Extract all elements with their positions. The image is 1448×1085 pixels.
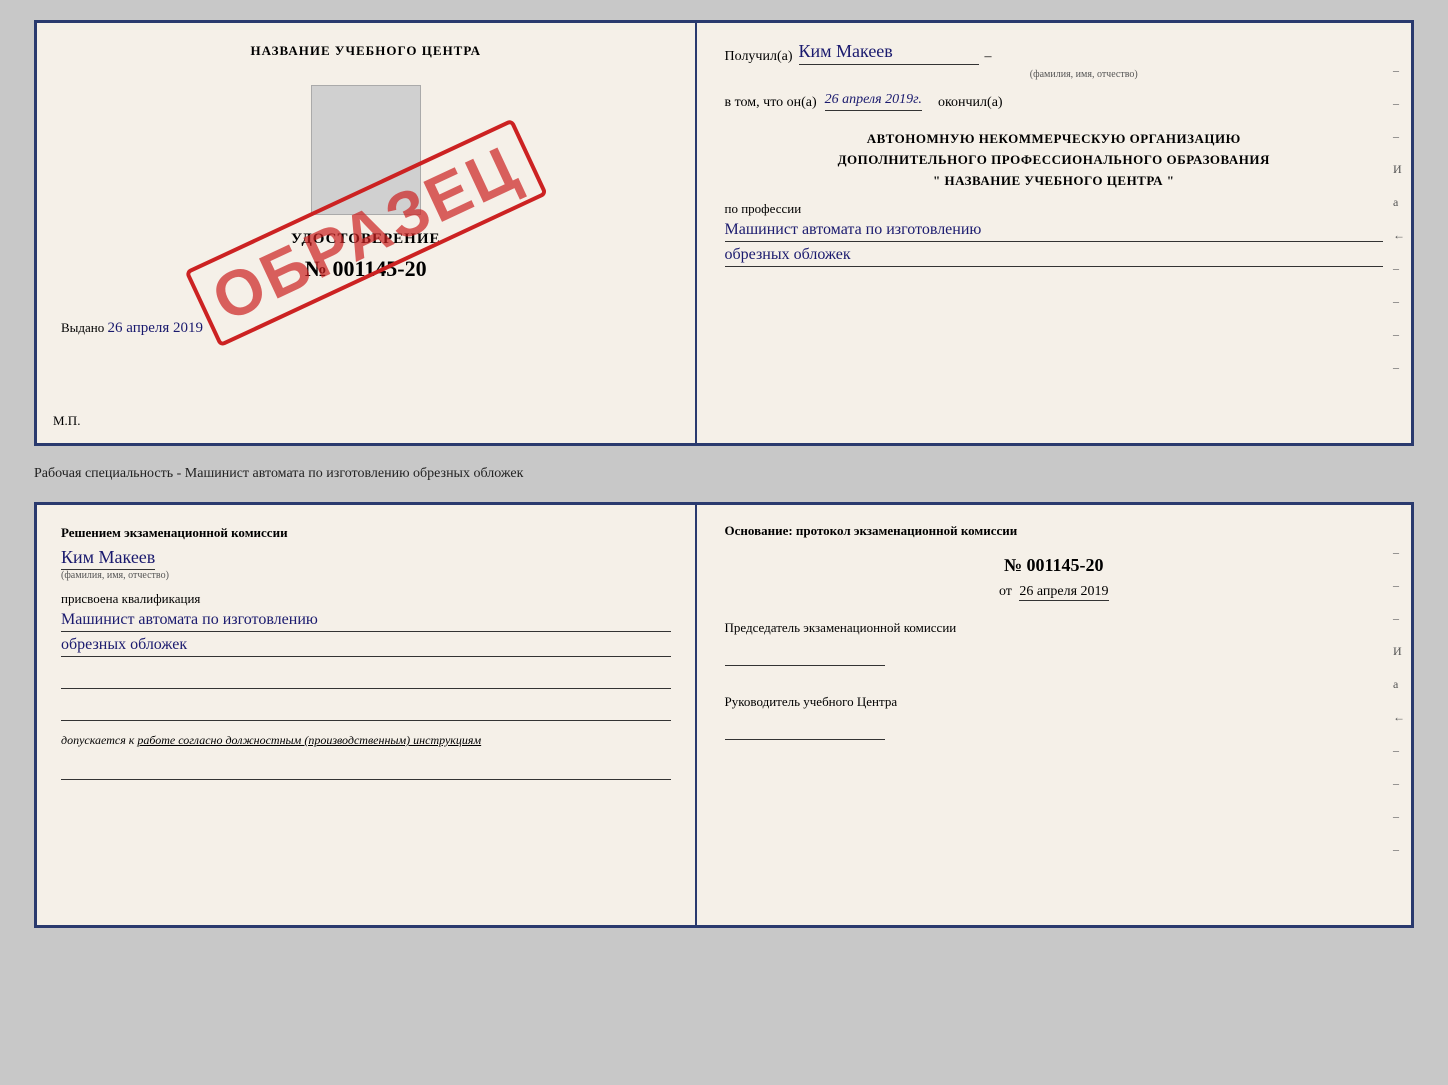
fio-label-top: (фамилия, имя, отчество) xyxy=(785,69,1383,80)
qual-assigned-label: присвоена квалификация xyxy=(61,591,671,607)
photo-placeholder xyxy=(311,85,421,215)
org-line1: АВТОНОМНУЮ НЕКОММЕРЧЕСКУЮ ОРГАНИЗАЦИЮ xyxy=(725,129,1383,150)
profession-handwritten-1: Машинист автомата по изготовлению xyxy=(725,221,1383,242)
center-head-sig-line xyxy=(725,718,885,740)
date-prefix: от xyxy=(999,584,1012,599)
between-caption: Рабочая специальность - Машинист автомат… xyxy=(34,462,1414,486)
basis-title: Основание: протокол экзаменационной коми… xyxy=(725,523,1383,539)
received-prefix: Получил(а) xyxy=(725,49,793,65)
bottom-doc-right: – – – И а ← – – – – Основание: протокол … xyxy=(697,505,1411,925)
protocol-number: № 001145-20 xyxy=(725,555,1383,576)
chairman-sig-line xyxy=(725,644,885,666)
admitted-line: допускается к работе согласно должностны… xyxy=(61,733,671,748)
bottom-person-name: Ким Макеев xyxy=(61,547,155,570)
top-document: НАЗВАНИЕ УЧЕБНОГО ЦЕНТРА ОБРАЗЕЦ УДОСТОВ… xyxy=(34,20,1414,446)
qual-line1: Машинист автомата по изготовлению xyxy=(61,611,671,632)
admitted-text: работе согласно должностным (производств… xyxy=(137,733,481,747)
person-name-block: Ким Макеев (фамилия, имя, отчество) xyxy=(61,547,671,581)
center-head-label: Руководитель учебного Центра xyxy=(725,694,1383,710)
issued-prefix: Выдано xyxy=(61,320,104,335)
mp-label: М.П. xyxy=(53,413,80,429)
side-marks-bottom: – – – И а ← – – – – xyxy=(1393,545,1405,857)
admitted-prefix: допускается к xyxy=(61,733,134,747)
recipient-name: Ким Макеев xyxy=(799,41,979,65)
cert-number: № 001145-20 xyxy=(305,256,427,282)
fio-label-bottom: (фамилия, имя, отчество) xyxy=(61,570,671,581)
issued-line: Выдано 26 апреля 2019 xyxy=(61,320,671,337)
decision-title: Решением экзаменационной комиссии xyxy=(61,525,671,541)
chairman-label: Председатель экзаменационной комиссии xyxy=(725,620,1383,636)
chairman-block: Председатель экзаменационной комиссии xyxy=(725,620,1383,666)
cert-label: УДОСТОВЕРЕНИЕ xyxy=(291,231,441,248)
protocol-date-value: 26 апреля 2019 xyxy=(1019,584,1108,601)
org-block: АВТОНОМНУЮ НЕКОММЕРЧЕСКУЮ ОРГАНИЗАЦИЮ ДО… xyxy=(725,129,1383,191)
blank-line-2 xyxy=(61,703,671,721)
qual-line2: обрезных обложек xyxy=(61,636,671,657)
profession-label: по профессии xyxy=(725,201,1383,217)
org-line3: " НАЗВАНИЕ УЧЕБНОГО ЦЕНТРА " xyxy=(725,171,1383,192)
bottom-document: Решением экзаменационной комиссии Ким Ма… xyxy=(34,502,1414,928)
protocol-date: от 26 апреля 2019 xyxy=(725,584,1383,600)
org-line2: ДОПОЛНИТЕЛЬНОГО ПРОФЕССИОНАЛЬНОГО ОБРАЗО… xyxy=(725,150,1383,171)
finished-suffix: окончил(а) xyxy=(938,95,1003,111)
in-that-line: в том, что он(а) 26 апреля 2019г. окончи… xyxy=(725,92,1383,111)
blank-line-3 xyxy=(61,762,671,780)
top-doc-left: НАЗВАНИЕ УЧЕБНОГО ЦЕНТРА ОБРАЗЕЦ УДОСТОВ… xyxy=(37,23,697,443)
completion-date: 26 апреля 2019г. xyxy=(825,92,922,111)
issued-date: 26 апреля 2019 xyxy=(108,320,204,336)
received-line: Получил(а) Ким Макеев – xyxy=(725,41,1383,65)
school-title: НАЗВАНИЕ УЧЕБНОГО ЦЕНТРА xyxy=(250,43,481,59)
in-that-prefix: в том, что он(а) xyxy=(725,95,817,111)
center-head-block: Руководитель учебного Центра xyxy=(725,694,1383,740)
top-doc-right: – – – И а ← – – – – Получил(а) Ким Макее… xyxy=(697,23,1411,443)
blank-line-1 xyxy=(61,671,671,689)
side-marks-top: – – – И а ← – – – – xyxy=(1393,63,1405,375)
profession-handwritten-2: обрезных обложек xyxy=(725,246,1383,267)
dash-after-name: – xyxy=(985,49,992,65)
bottom-doc-left: Решением экзаменационной комиссии Ким Ма… xyxy=(37,505,697,925)
